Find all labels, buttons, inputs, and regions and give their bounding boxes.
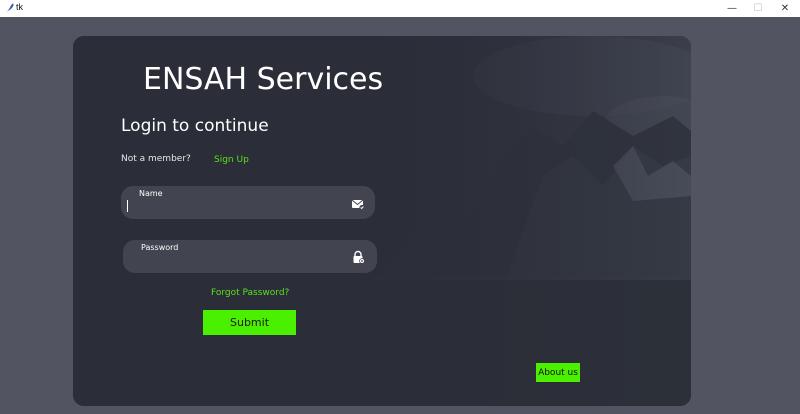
forgot-password-link[interactable]: Forgot Password?: [211, 288, 289, 298]
submit-button[interactable]: Submit: [203, 310, 296, 335]
window-titlebar: tk — ☐ ✕: [0, 0, 800, 17]
feather-icon: [5, 3, 14, 14]
login-heading: Login to continue: [121, 116, 269, 136]
window-title: tk: [16, 2, 24, 12]
maximize-icon: ☐: [753, 3, 763, 14]
lock-icon: [353, 250, 365, 264]
name-input[interactable]: [127, 199, 337, 215]
password-input[interactable]: [129, 253, 339, 269]
sign-up-link[interactable]: Sign Up: [214, 155, 249, 165]
password-label: Password: [141, 243, 179, 252]
about-us-button[interactable]: About us: [536, 363, 580, 382]
name-field[interactable]: Name: [121, 186, 375, 219]
close-icon: ✕: [780, 3, 790, 14]
name-label: Name: [139, 189, 163, 198]
text-caret: [127, 200, 128, 212]
minimize-icon: —: [727, 3, 737, 14]
not-member-label: Not a member?: [121, 154, 191, 164]
maximize-button[interactable]: ☐: [744, 0, 772, 17]
app-title: ENSAH Services: [143, 62, 384, 97]
password-field[interactable]: Password: [123, 240, 377, 273]
mail-check-icon: [351, 199, 365, 211]
close-button[interactable]: ✕: [771, 0, 799, 17]
minimize-button[interactable]: —: [718, 0, 746, 17]
login-card: ENSAH Services Login to continue Not a m…: [73, 36, 691, 406]
